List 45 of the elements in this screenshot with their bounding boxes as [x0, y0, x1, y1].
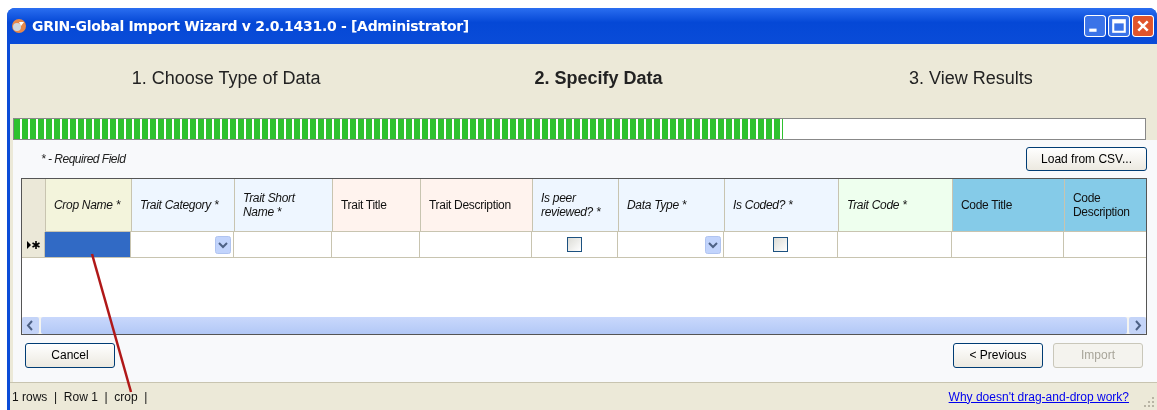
column-header[interactable]: Data Type * [619, 179, 725, 232]
table-cell[interactable] [618, 232, 724, 258]
column-header[interactable]: Is peer reviewed? * [533, 179, 619, 232]
checkbox[interactable] [773, 237, 788, 252]
column-header[interactable]: Trait Code * [839, 179, 953, 232]
dropdown-icon[interactable] [215, 235, 231, 254]
app-icon [11, 18, 27, 34]
status-text: 1 rows | Row 1 | crop | [12, 389, 148, 404]
wizard-step: 1. Choose Type of Data [10, 68, 413, 89]
horizontal-scrollbar[interactable] [22, 317, 1146, 334]
checkbox[interactable] [567, 237, 582, 252]
required-field-note: * - Required Field [40, 152, 126, 166]
maximize-icon[interactable] [1108, 15, 1130, 37]
table-cell[interactable] [234, 232, 332, 258]
table-cell[interactable] [952, 232, 1064, 258]
window-title: GRIN-Global Import Wizard v 2.0.1431.0 - [Administrator] [32, 18, 469, 34]
column-header[interactable]: Is Coded? * [725, 179, 839, 232]
previous-button[interactable]: < Previous [953, 342, 1043, 368]
table-cell[interactable] [45, 232, 131, 258]
cancel-button[interactable]: Cancel [25, 342, 115, 368]
resize-grip-icon[interactable] [1143, 396, 1155, 408]
column-header[interactable]: Trait Category * [132, 179, 235, 232]
wizard-step: 3. View Results [784, 68, 1157, 89]
row-header[interactable] [22, 232, 45, 258]
table-cell[interactable] [332, 232, 420, 258]
table-cell[interactable] [131, 232, 234, 258]
close-icon[interactable] [1132, 15, 1154, 37]
load-csv-button[interactable]: Load from CSV... [1026, 147, 1147, 171]
help-link[interactable]: Why doesn't drag-and-drop work? [948, 389, 1129, 404]
column-header[interactable]: Trait Short Name * [235, 179, 333, 232]
minimize-icon[interactable] [1084, 15, 1106, 37]
column-header[interactable]: Trait Description [421, 179, 533, 232]
column-header[interactable]: Trait Title [333, 179, 421, 232]
column-header[interactable]: Crop Name * [46, 179, 132, 232]
table-cell[interactable] [532, 232, 618, 258]
dropdown-icon[interactable] [705, 235, 721, 254]
column-header[interactable]: Code Description [1065, 179, 1146, 232]
table-cell[interactable] [724, 232, 838, 258]
scroll-left-icon[interactable] [22, 317, 39, 334]
wizard-step: 2. Specify Data [412, 68, 785, 89]
new-row-icon [25, 239, 41, 250]
table-cell[interactable] [838, 232, 952, 258]
scroll-right-icon[interactable] [1129, 317, 1146, 334]
column-header[interactable]: Code Title [953, 179, 1065, 232]
table-cell[interactable] [420, 232, 532, 258]
